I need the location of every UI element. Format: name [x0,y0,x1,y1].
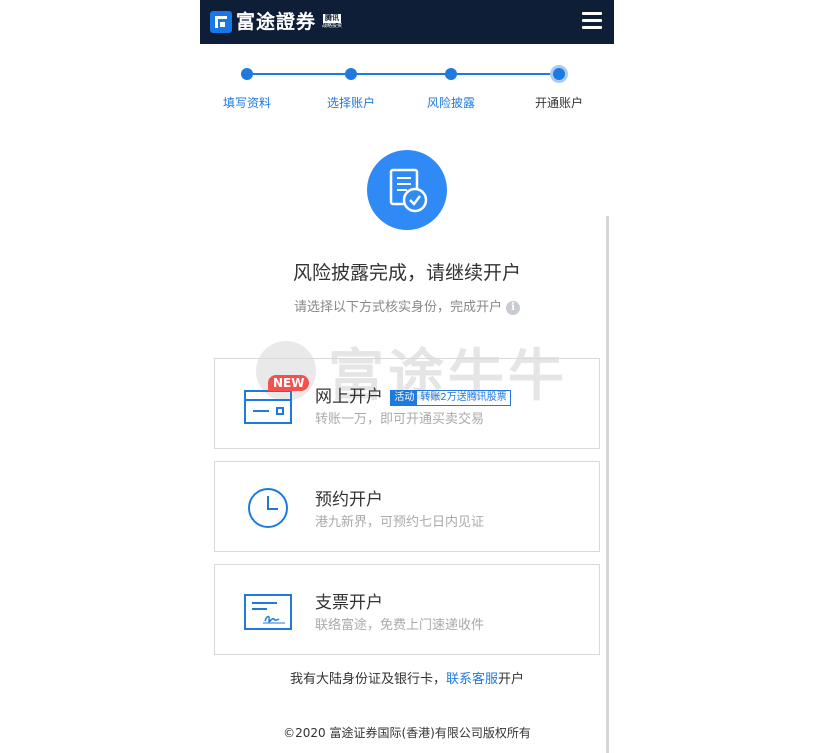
step-dot-current [550,65,568,83]
option-title: 网上开户 活动 转账2万送腾讯股票 [315,382,511,407]
subtitle-text: 请选择以下方式核实身份，完成开户 [293,300,502,315]
step-open-account: 开通账户 [524,60,594,111]
logo-badge-top: 腾讯 [323,14,342,23]
document-check-icon [367,150,447,230]
logo-text: 富途證券 [236,11,317,33]
option-title: 支票开户 [315,593,383,613]
promo-tag-text: 转账2万送腾讯股票 [420,392,507,403]
step-label: 开通账户 [534,96,583,110]
futu-logo[interactable]: 富途證券 腾讯 战略投资 [210,10,344,34]
logo-mark-icon [210,11,232,33]
logo-badge: 腾讯 战略投资 [320,14,344,30]
cheque-icon [243,589,293,631]
logo-badge-bottom: 战略投资 [322,23,343,29]
copyright: ©2020 富途证券国际(香港)有限公司版权所有 [283,726,531,740]
contact-service-link[interactable]: 联系客服 [446,672,498,687]
hamburger-menu-icon[interactable] [582,12,602,30]
step-label: 风险披露 [426,96,475,110]
option-description: 港九新界，可预约七日内见证 [315,515,485,530]
progress-stepper: 填写资料 选择账户 风险披露 开通账户 [200,60,614,120]
vertical-scrollbar[interactable] [606,216,609,753]
clock-icon [243,486,293,528]
option-cheque-account[interactable]: 支票开户 联络富途，免费上门速递收件 [214,564,600,655]
info-icon[interactable]: i [506,301,520,315]
page: 富途證券 腾讯 战略投资 填写资料 选择账户 风险披露 开通账户 风险披露完成，… [200,0,614,753]
contact-line: 我有大陆身份证及银行卡，联系客服开户 [200,668,614,687]
page-subtitle: 请选择以下方式核实身份，完成开户 i [200,296,614,315]
contact-prefix: 我有大陆身份证及银行卡， [289,672,446,687]
top-header: 富途證券 腾讯 战略投资 [200,0,614,44]
page-title: 风险披露完成，请继续开户 [292,262,521,284]
new-badge: NEW [268,375,310,391]
step-dot [445,68,457,80]
step-dot [241,68,253,80]
stepper-line [247,73,559,75]
step-risk-disclosure: 风险披露 [416,60,486,111]
option-description: 联络富途，免费上门速递收件 [315,618,485,633]
option-title: 预约开户 [315,490,383,510]
step-label: 选择账户 [326,96,375,110]
step-select-account: 选择账户 [316,60,386,111]
step-dot [345,68,357,80]
option-appointment-account[interactable]: 预约开户 港九新界，可预约七日内见证 [214,461,600,552]
promo-tag-label: 活动 [391,391,418,405]
step-label: 填写资料 [222,96,271,110]
option-online-account[interactable]: NEW 网上开户 活动 转账2万送腾讯股票 转账一万，即可开通买卖交易 [214,358,600,449]
contact-suffix: 开户 [498,672,525,687]
option-title-text: 网上开户 [315,387,383,407]
step-fill-info: 填写资料 [212,60,282,111]
promo-tag: 活动 转账2万送腾讯股票 [390,390,511,406]
option-description: 转账一万，即可开通买卖交易 [315,412,485,427]
